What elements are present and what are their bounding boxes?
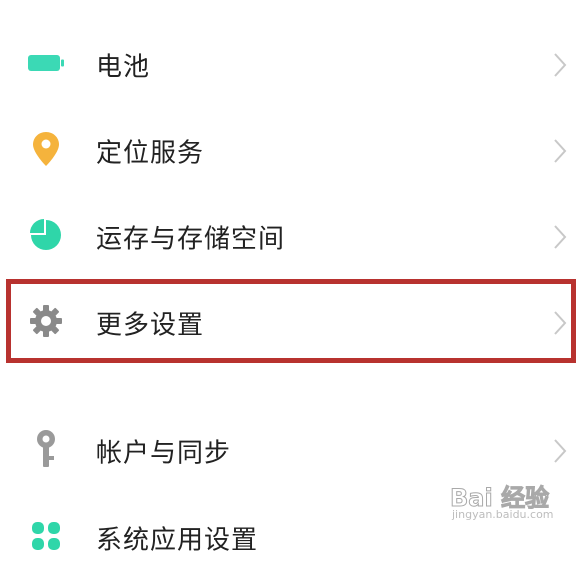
watermark: Bai 经验 jingyan.baidu.com bbox=[449, 478, 575, 524]
highlight-box bbox=[6, 279, 576, 363]
battery-icon bbox=[26, 51, 66, 79]
chevron-right-icon bbox=[554, 225, 567, 249]
location-pin-icon bbox=[32, 131, 60, 171]
settings-item-accounts-sync[interactable]: 帐户与同步 bbox=[0, 421, 581, 481]
settings-item-location[interactable]: 定位服务 bbox=[0, 121, 581, 181]
settings-item-battery[interactable]: 电池 bbox=[0, 35, 581, 95]
settings-item-label: 定位服务 bbox=[96, 138, 205, 169]
apps-icon bbox=[30, 520, 62, 556]
chevron-right-icon bbox=[554, 139, 567, 163]
settings-item-label: 系统应用设置 bbox=[96, 525, 259, 556]
settings-item-label: 运存与存储空间 bbox=[96, 224, 286, 255]
watermark-url: jingyan.baidu.com bbox=[452, 508, 554, 521]
settings-item-storage[interactable]: 运存与存储空间 bbox=[0, 207, 581, 267]
chevron-right-icon bbox=[554, 53, 567, 77]
key-icon bbox=[33, 429, 59, 473]
settings-item-label: 帐户与同步 bbox=[96, 438, 232, 469]
chevron-right-icon bbox=[554, 439, 567, 463]
storage-pie-icon bbox=[29, 218, 63, 256]
settings-item-label: 电池 bbox=[96, 52, 151, 83]
